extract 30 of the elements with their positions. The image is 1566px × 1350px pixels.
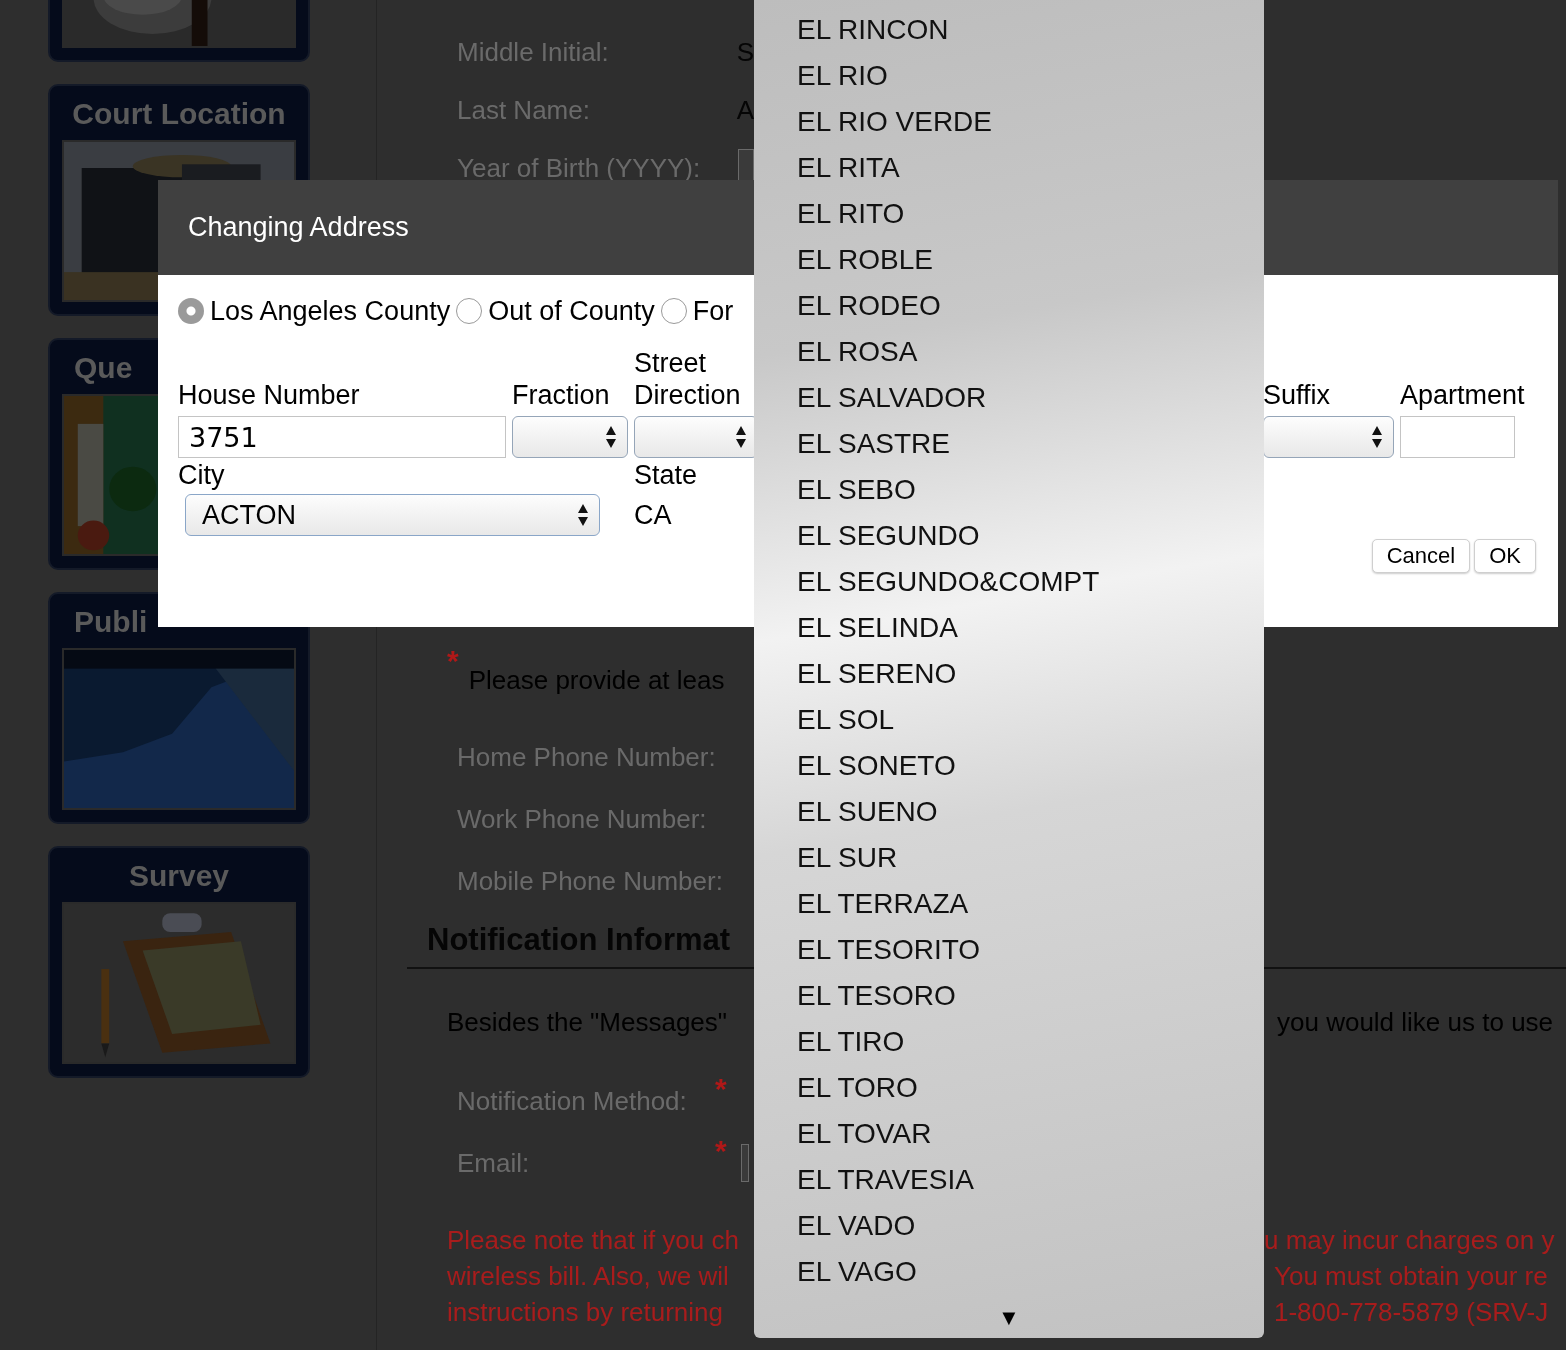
required-mark: * [447, 648, 459, 674]
field-label: Middle Initial: [457, 36, 609, 68]
card-title: Survey [128, 858, 230, 894]
field-label: Home Phone Number: [457, 741, 716, 773]
notice-text: u may incur charges on y [1264, 1224, 1555, 1256]
notice-text: instructions by returning [447, 1296, 724, 1328]
field-label: Mobile Phone Number: [457, 865, 723, 897]
field-label: Work Phone Number: [457, 803, 707, 835]
required-mark: * [715, 1076, 727, 1102]
dialog-title: Changing Address [188, 212, 409, 243]
column-label: House Number [178, 379, 361, 412]
field-label: Notification Method: [457, 1085, 688, 1117]
notice-text: wireless bill. Also, we wil [447, 1260, 729, 1292]
column-label: Suffix [1263, 379, 1332, 412]
notice-text: Please note that if you ch [447, 1224, 739, 1256]
field-label: State [634, 459, 699, 492]
column-label: Fraction [512, 379, 611, 412]
card-title: Court Location [72, 96, 286, 132]
notice-text: You must obtain your re [1274, 1260, 1548, 1292]
column-label: Street Direction [634, 347, 742, 412]
state-value: CA [634, 499, 673, 531]
field-label: Year of Birth (YYYY): [457, 152, 701, 184]
column-label: Apartment [1400, 379, 1526, 412]
card-title: Publi [74, 604, 148, 640]
field-label: Email: [457, 1147, 531, 1179]
field-label: Last Name: [457, 94, 590, 126]
field-label: City [178, 459, 226, 492]
required-mark: * [715, 1138, 727, 1164]
card-title: Que [74, 350, 133, 386]
notice-text: 1-800-778-5879 (SRV-J [1274, 1296, 1549, 1328]
